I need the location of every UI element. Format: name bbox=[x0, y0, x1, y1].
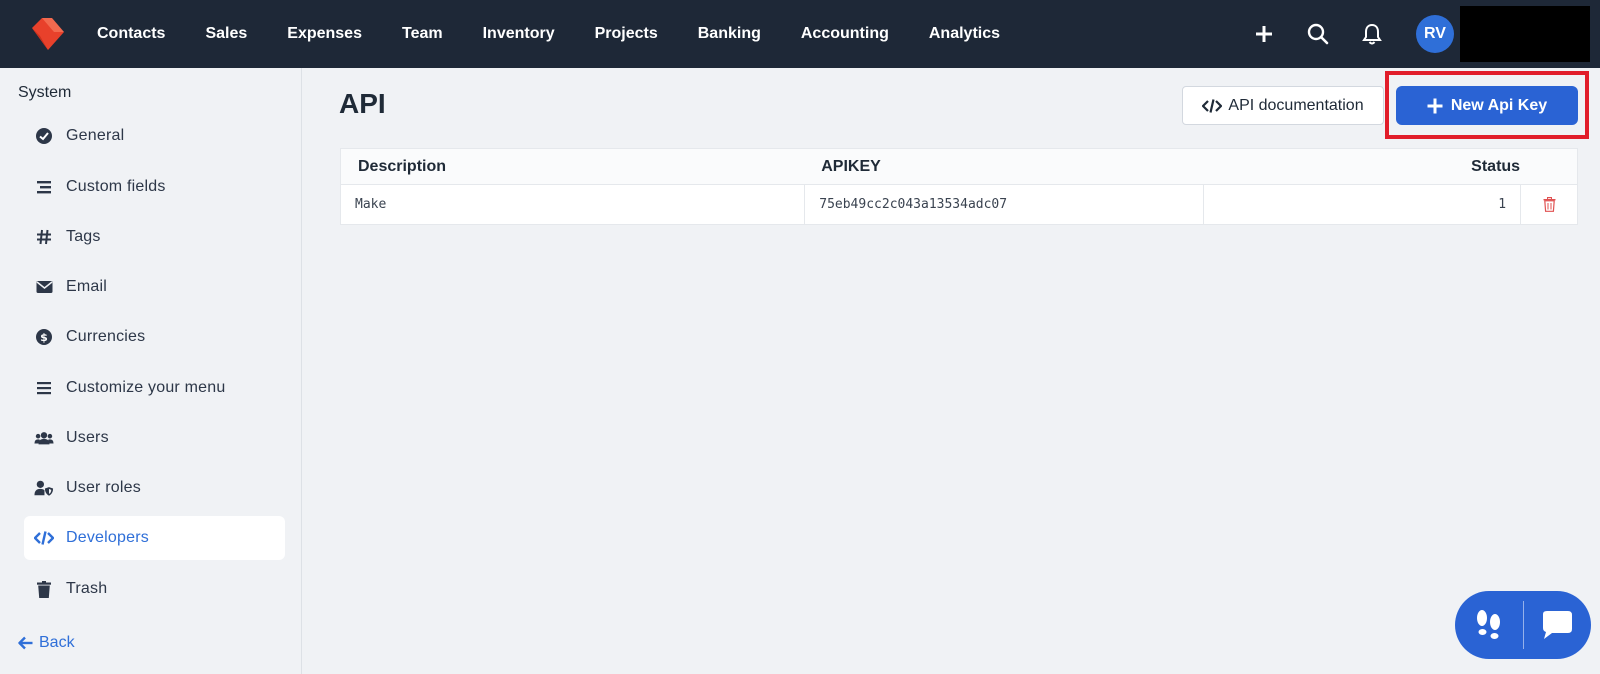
sidebar-item-label: Email bbox=[66, 278, 108, 295]
nav-accounting[interactable]: Accounting bbox=[801, 25, 889, 43]
sidebar-item-email[interactable]: Email bbox=[24, 265, 285, 309]
back-link[interactable]: Back bbox=[18, 634, 75, 652]
nav-banking[interactable]: Banking bbox=[698, 25, 761, 43]
search-icon[interactable] bbox=[1306, 22, 1330, 46]
list-icon bbox=[34, 177, 54, 197]
check-circle-icon bbox=[34, 126, 54, 146]
plus-icon bbox=[1427, 98, 1443, 114]
column-header-status[interactable]: Status bbox=[1203, 158, 1520, 176]
sidebar-item-label: Trash bbox=[66, 580, 108, 597]
sidebar-item-trash[interactable]: Trash bbox=[24, 567, 285, 611]
sidebar-item-custom-fields[interactable]: Custom fields bbox=[24, 165, 285, 209]
top-actions: RV bbox=[1252, 0, 1600, 68]
avatar[interactable]: RV bbox=[1416, 15, 1454, 53]
table-header: Description APIKEY Status bbox=[341, 149, 1577, 185]
code-icon bbox=[34, 528, 54, 548]
nav-projects[interactable]: Projects bbox=[595, 25, 658, 43]
nav-analytics[interactable]: Analytics bbox=[929, 25, 1000, 43]
api-documentation-button[interactable]: API documentation bbox=[1182, 86, 1384, 125]
guided-tour-button[interactable] bbox=[1455, 591, 1523, 659]
chat-bubble-icon bbox=[1539, 610, 1575, 640]
column-header-apikey[interactable]: APIKEY bbox=[804, 158, 1202, 176]
users-icon bbox=[34, 428, 54, 448]
sidebar-item-label: General bbox=[66, 127, 125, 144]
redacted-user-info bbox=[1460, 6, 1590, 62]
dollar-circle-icon: $ bbox=[34, 327, 54, 347]
bell-icon[interactable] bbox=[1360, 22, 1384, 46]
nav-inventory[interactable]: Inventory bbox=[483, 25, 555, 43]
plus-icon[interactable] bbox=[1252, 22, 1276, 46]
nav-sales[interactable]: Sales bbox=[205, 25, 247, 43]
page-title: API bbox=[339, 88, 386, 119]
main-nav: Contacts Sales Expenses Team Inventory P… bbox=[97, 0, 1040, 68]
arrow-left-icon bbox=[18, 636, 33, 650]
sidebar-item-user-roles[interactable]: User roles bbox=[24, 466, 285, 510]
new-api-key-button[interactable]: New Api Key bbox=[1396, 86, 1578, 125]
sidebar-item-label: Users bbox=[66, 429, 109, 446]
sidebar-item-label: Tags bbox=[66, 228, 101, 245]
top-navbar: Contacts Sales Expenses Team Inventory P… bbox=[0, 0, 1600, 68]
app-logo[interactable] bbox=[28, 14, 68, 54]
menu-icon bbox=[34, 378, 54, 398]
svg-text:$: $ bbox=[40, 331, 48, 344]
cell-description: Make bbox=[355, 197, 387, 212]
back-label: Back bbox=[39, 634, 75, 651]
sidebar-item-developers[interactable]: Developers bbox=[24, 516, 285, 560]
api-keys-table: Description APIKEY Status Make 75eb49cc2… bbox=[340, 148, 1578, 225]
settings-sidebar: System General Custom fields Tags Email … bbox=[0, 68, 302, 674]
cell-apikey: 75eb49cc2c043a13534adc07 bbox=[804, 185, 1202, 224]
trash-icon bbox=[1543, 197, 1556, 212]
sidebar-item-label: Custom fields bbox=[66, 178, 166, 195]
user-shield-icon bbox=[34, 478, 54, 498]
sidebar-item-general[interactable]: General bbox=[24, 114, 285, 158]
sidebar-item-customize-menu[interactable]: Customize your menu bbox=[24, 366, 285, 410]
delete-button[interactable] bbox=[1520, 185, 1577, 224]
footsteps-icon bbox=[1473, 608, 1505, 642]
sidebar-item-label: Currencies bbox=[66, 328, 146, 345]
sidebar-item-users[interactable]: Users bbox=[24, 416, 285, 460]
floating-help-widget bbox=[1455, 591, 1591, 659]
nav-expenses[interactable]: Expenses bbox=[287, 25, 362, 43]
nav-team[interactable]: Team bbox=[402, 25, 443, 43]
api-documentation-label: API documentation bbox=[1228, 96, 1364, 114]
envelope-icon bbox=[34, 277, 54, 297]
hashtag-icon bbox=[34, 227, 54, 247]
sidebar-item-label: Developers bbox=[66, 529, 149, 546]
new-api-key-label: New Api Key bbox=[1450, 96, 1548, 114]
sidebar-item-label: Customize your menu bbox=[66, 379, 226, 396]
code-icon bbox=[1202, 98, 1223, 114]
chat-button[interactable] bbox=[1524, 591, 1592, 659]
sidebar-item-tags[interactable]: Tags bbox=[24, 215, 285, 259]
nav-contacts[interactable]: Contacts bbox=[97, 25, 165, 43]
trash-icon bbox=[34, 579, 54, 599]
column-header-description[interactable]: Description bbox=[341, 158, 804, 176]
cell-status: 1 bbox=[1202, 185, 1520, 224]
sidebar-item-label: User roles bbox=[66, 479, 141, 496]
table-row[interactable]: Make 75eb49cc2c043a13534adc07 1 bbox=[341, 185, 1577, 224]
sidebar-heading: System bbox=[18, 84, 72, 101]
sidebar-item-currencies[interactable]: $ Currencies bbox=[24, 315, 285, 359]
